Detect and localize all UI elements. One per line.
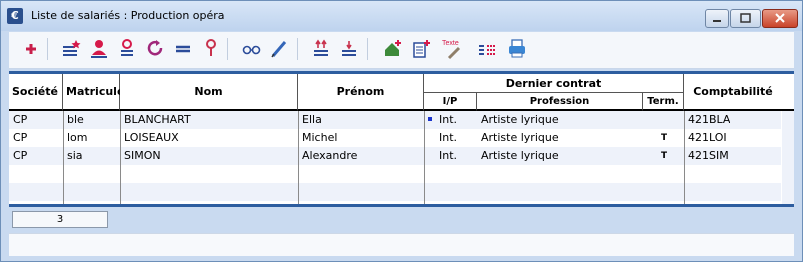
document-add-icon xyxy=(413,40,430,58)
column-divider xyxy=(120,111,121,204)
cell-matricule: sia xyxy=(67,149,83,162)
sort-up-button[interactable] xyxy=(309,36,333,62)
new-star-list-icon xyxy=(63,40,81,56)
cell-prenom: Michel xyxy=(302,131,338,144)
cell-societe: CP xyxy=(13,113,28,126)
column-divider xyxy=(424,111,425,204)
cell-societe: CP xyxy=(13,149,28,162)
cell-matricule: lom xyxy=(67,131,88,144)
cell-nom: LOISEAUX xyxy=(124,131,179,144)
row-marker xyxy=(428,117,432,121)
new-list-button[interactable] xyxy=(59,36,83,62)
sort-down-icon xyxy=(342,41,356,56)
header-comptabilite[interactable]: Comptabilité xyxy=(684,74,782,111)
column-divider xyxy=(684,111,685,204)
refresh-icon xyxy=(147,40,163,56)
close-button[interactable] xyxy=(762,9,798,28)
print-button[interactable] xyxy=(505,36,529,62)
svg-text:Texte: Texte xyxy=(442,40,459,47)
app-icon[interactable]: € xyxy=(7,8,23,24)
toolbar-separator xyxy=(47,38,48,60)
column-divider xyxy=(298,111,299,204)
edit-button[interactable] xyxy=(267,36,291,62)
text-button[interactable]: Texte xyxy=(439,36,469,62)
table-row[interactable]: CP ble BLANCHART Ella Int. Artiste lyriq… xyxy=(9,111,781,129)
cell-nom: SIMON xyxy=(124,149,161,162)
cell-ip: Int. xyxy=(439,113,458,126)
header-dernier-contrat: Dernier contrat xyxy=(424,74,684,92)
chart-icon xyxy=(479,45,495,55)
close-icon xyxy=(775,13,785,23)
pin-button[interactable] xyxy=(199,36,223,62)
toolbar-separator xyxy=(297,38,298,60)
cell-matricule: ble xyxy=(67,113,84,126)
employee-table: Société Matricule Nom Prénom Dernier con… xyxy=(9,71,794,207)
cell-profession: Artiste lyrique xyxy=(481,113,559,126)
cell-comptabilite: 421SIM xyxy=(688,149,729,162)
header-term[interactable]: Term. xyxy=(643,92,684,111)
column-divider xyxy=(63,111,64,204)
search-user-button[interactable] xyxy=(115,36,139,62)
add-button[interactable] xyxy=(19,36,43,62)
user-button[interactable] xyxy=(87,36,111,62)
cell-prenom: Ella xyxy=(302,113,322,126)
pen-icon xyxy=(271,41,287,58)
table-row-empty[interactable] xyxy=(9,165,781,183)
home-add-icon xyxy=(385,40,401,56)
sort-up-icon xyxy=(314,39,328,56)
cell-term: T xyxy=(661,133,668,143)
sort-down-button[interactable] xyxy=(337,36,361,62)
chart-button[interactable] xyxy=(475,36,499,62)
cell-societe: CP xyxy=(13,131,28,144)
header-nom[interactable]: Nom xyxy=(120,74,298,111)
window-title: Liste de salariés : Production opéra xyxy=(31,9,225,22)
search-user-icon xyxy=(121,39,133,56)
glasses-icon xyxy=(242,45,261,55)
minimize-icon xyxy=(713,20,721,22)
refresh-button[interactable] xyxy=(143,36,167,62)
bottom-panel xyxy=(9,233,794,256)
cell-comptabilite: 421LOI xyxy=(688,131,727,144)
toolbar-separator xyxy=(227,38,228,60)
cell-comptabilite: 421BLA xyxy=(688,113,731,126)
header-profession[interactable]: Profession xyxy=(477,92,643,111)
table-row-empty[interactable] xyxy=(9,183,781,201)
status-bar: 3 xyxy=(9,206,794,231)
user-icon xyxy=(91,40,107,58)
app-window: € Liste de salariés : Production opéra T… xyxy=(0,0,803,262)
pin-icon xyxy=(206,39,216,56)
toolbar-separator xyxy=(367,38,368,60)
record-count: 3 xyxy=(12,211,108,228)
cell-prenom: Alexandre xyxy=(302,149,358,162)
header-spacer xyxy=(782,74,794,111)
table-row[interactable]: CP sia SIMON Alexandre Int. Artiste lyri… xyxy=(9,147,781,165)
header-prenom[interactable]: Prénom xyxy=(298,74,424,111)
view-button[interactable] xyxy=(239,36,263,62)
text-brush-icon: Texte xyxy=(442,40,461,60)
maximize-icon xyxy=(740,13,751,23)
cell-term: T xyxy=(661,151,668,161)
cell-nom: BLANCHART xyxy=(124,113,191,126)
cell-ip: Int. xyxy=(439,131,458,144)
table-row[interactable]: CP lom LOISEAUX Michel Int. Artiste lyri… xyxy=(9,129,781,147)
header-societe[interactable]: Société xyxy=(9,74,63,111)
add-icon xyxy=(26,44,36,54)
header-ip[interactable]: I/P xyxy=(424,92,477,111)
cell-ip: Int. xyxy=(439,149,458,162)
printer-icon xyxy=(509,39,525,58)
home-add-button[interactable] xyxy=(381,36,405,62)
cell-profession: Artiste lyrique xyxy=(481,131,559,144)
minimize-button[interactable] xyxy=(705,9,729,28)
maximize-button[interactable] xyxy=(730,9,761,28)
lines-button[interactable] xyxy=(171,36,195,62)
vertical-scrollbar[interactable] xyxy=(782,111,794,204)
title-bar[interactable]: € Liste de salariés : Production opéra xyxy=(1,1,802,31)
header-matricule[interactable]: Matricule xyxy=(63,74,124,111)
document-add-button[interactable] xyxy=(409,36,433,62)
cell-profession: Artiste lyrique xyxy=(481,149,559,162)
lines-icon xyxy=(176,45,190,53)
toolbar: Texte xyxy=(9,32,794,69)
